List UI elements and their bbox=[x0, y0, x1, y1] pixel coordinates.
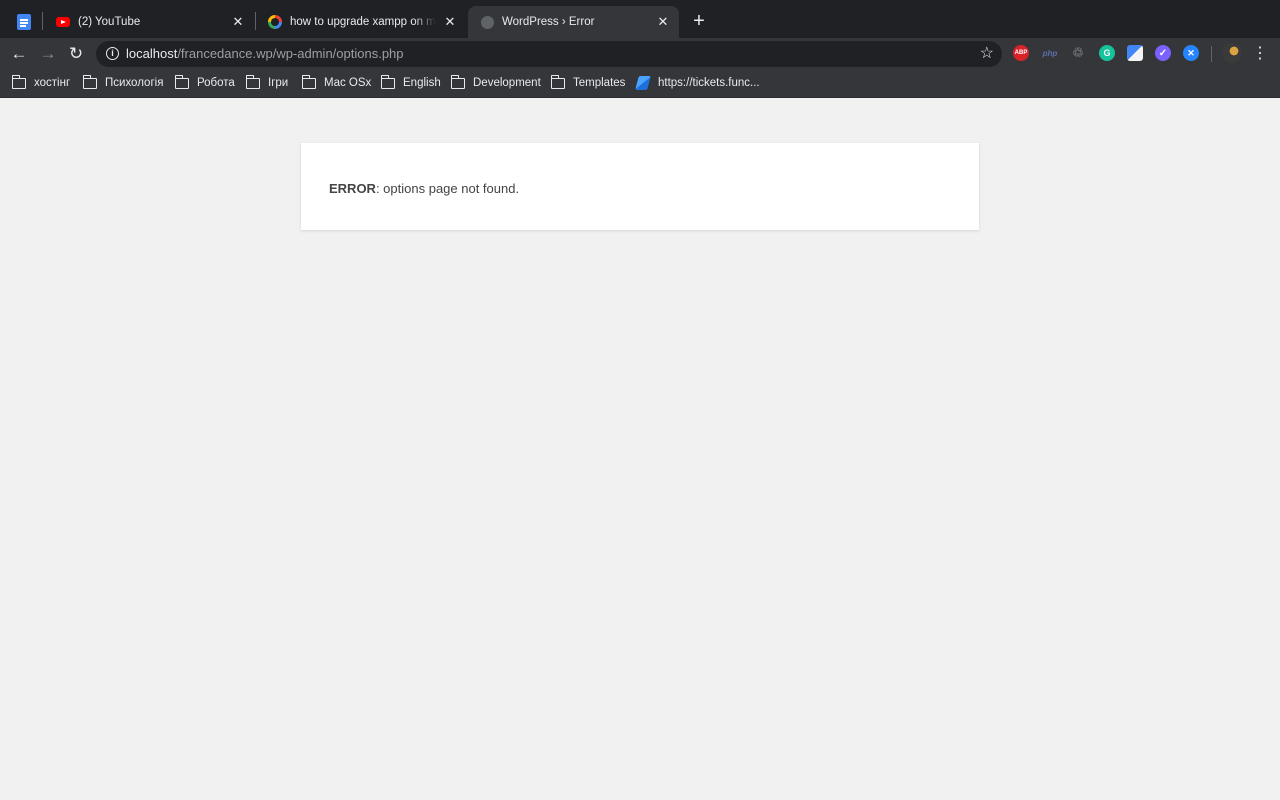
tab-google-search[interactable]: how to upgrade xampp on mac o ✕ bbox=[256, 6, 466, 38]
tab-title: (2) YouTube bbox=[78, 16, 141, 28]
forward-button[interactable]: → bbox=[36, 42, 60, 66]
site-info-icon[interactable]: i bbox=[106, 47, 119, 60]
profile-avatar[interactable] bbox=[1222, 43, 1242, 63]
folder-icon bbox=[450, 74, 465, 89]
google-docs-icon bbox=[17, 14, 31, 30]
bookmarks-bar: хостінг Психологія Робота Ігри Mac OSx E… bbox=[0, 69, 1280, 98]
browser-menu-icon[interactable]: ⋮ bbox=[1252, 42, 1268, 66]
tickets-icon bbox=[635, 76, 651, 90]
youtube-icon bbox=[56, 15, 70, 29]
bookmark-folder-psychology[interactable]: Психологія bbox=[82, 74, 164, 91]
bookmark-folder-development[interactable]: Development bbox=[450, 74, 541, 91]
url-host: localhost bbox=[126, 46, 178, 61]
bookmark-star-icon[interactable]: ☆ bbox=[980, 44, 994, 64]
close-tab-icon[interactable]: ✕ bbox=[230, 14, 246, 30]
bookmark-folder-mac-osx[interactable]: Mac OSx bbox=[301, 74, 372, 91]
adblock-plus-icon[interactable]: ABP bbox=[1013, 45, 1029, 61]
php-icon[interactable]: php bbox=[1041, 45, 1059, 61]
bookmark-label: English bbox=[403, 77, 441, 89]
bookmark-label: Робота bbox=[197, 77, 235, 89]
reload-button[interactable]: ↻ bbox=[64, 42, 88, 66]
bookmark-folder-english[interactable]: English bbox=[380, 74, 441, 91]
error-text: : options page not found. bbox=[375, 181, 520, 196]
error-label: ERROR bbox=[329, 181, 376, 196]
new-tab-button[interactable]: + bbox=[689, 11, 709, 31]
url-path: /francedance.wp/wp-admin/options.php bbox=[177, 46, 404, 61]
error-message: ERROR: options page not found. bbox=[329, 181, 951, 196]
close-tab-icon[interactable]: ✕ bbox=[442, 14, 458, 30]
checkmark-extension-icon[interactable]: ✓ bbox=[1155, 45, 1171, 61]
bookmark-folder-hosting[interactable]: хостінг bbox=[11, 74, 71, 91]
tab-title: how to upgrade xampp on mac o bbox=[290, 16, 436, 28]
folder-icon bbox=[550, 74, 565, 89]
bookmark-folder-work[interactable]: Робота bbox=[174, 74, 235, 91]
grammarly-icon[interactable]: G bbox=[1099, 45, 1115, 61]
pinned-tab-docs[interactable] bbox=[8, 6, 40, 38]
bookmark-label: Templates bbox=[573, 77, 626, 89]
browser-toolbar: ← → ↻ i localhost/francedance.wp/wp-admi… bbox=[0, 38, 1280, 69]
address-bar[interactable]: i localhost/francedance.wp/wp-admin/opti… bbox=[96, 41, 1002, 67]
folder-icon bbox=[11, 74, 26, 89]
jira-icon[interactable]: ✕ bbox=[1183, 45, 1199, 61]
tab-title: WordPress › Error bbox=[502, 16, 595, 28]
extension-label: G bbox=[1103, 48, 1111, 58]
folder-icon bbox=[245, 74, 260, 89]
toolbar-separator bbox=[1211, 46, 1212, 62]
tab-wordpress-error[interactable]: WordPress › Error ✕ bbox=[468, 6, 679, 38]
tab-strip: (2) YouTube ✕ how to upgrade xampp on ma… bbox=[0, 0, 1280, 38]
google-translate-icon[interactable] bbox=[1127, 45, 1143, 61]
tab-separator bbox=[42, 12, 43, 30]
globe-icon bbox=[480, 15, 494, 29]
bookmark-folder-templates[interactable]: Templates bbox=[550, 74, 626, 91]
tab-youtube[interactable]: (2) YouTube ✕ bbox=[44, 6, 254, 38]
back-button[interactable]: ← bbox=[7, 42, 31, 66]
bookmark-label: Development bbox=[473, 77, 541, 89]
bookmark-label: https://tickets.func... bbox=[658, 77, 760, 89]
page-content: ERROR: options page not found. bbox=[0, 99, 1280, 800]
bookmark-label: хостінг bbox=[34, 77, 71, 89]
folder-icon bbox=[82, 74, 97, 89]
recycle-icon[interactable]: ♲ bbox=[1070, 45, 1086, 61]
google-icon bbox=[268, 15, 282, 29]
bookmark-label: Ігри bbox=[268, 77, 289, 89]
error-message-box: ERROR: options page not found. bbox=[301, 143, 979, 230]
bookmark-label: Психологія bbox=[105, 77, 164, 89]
folder-icon bbox=[174, 74, 189, 89]
url-text[interactable]: localhost/francedance.wp/wp-admin/option… bbox=[126, 46, 404, 61]
extension-label: php bbox=[1042, 48, 1058, 58]
extension-label: ABP bbox=[1014, 50, 1028, 56]
bookmark-label: Mac OSx bbox=[324, 77, 372, 89]
folder-icon bbox=[380, 74, 395, 89]
bookmark-folder-games[interactable]: Ігри bbox=[245, 74, 289, 91]
bookmark-link-tickets[interactable]: https://tickets.func... bbox=[635, 75, 760, 91]
folder-icon bbox=[301, 74, 316, 89]
close-tab-icon[interactable]: ✕ bbox=[655, 14, 671, 30]
